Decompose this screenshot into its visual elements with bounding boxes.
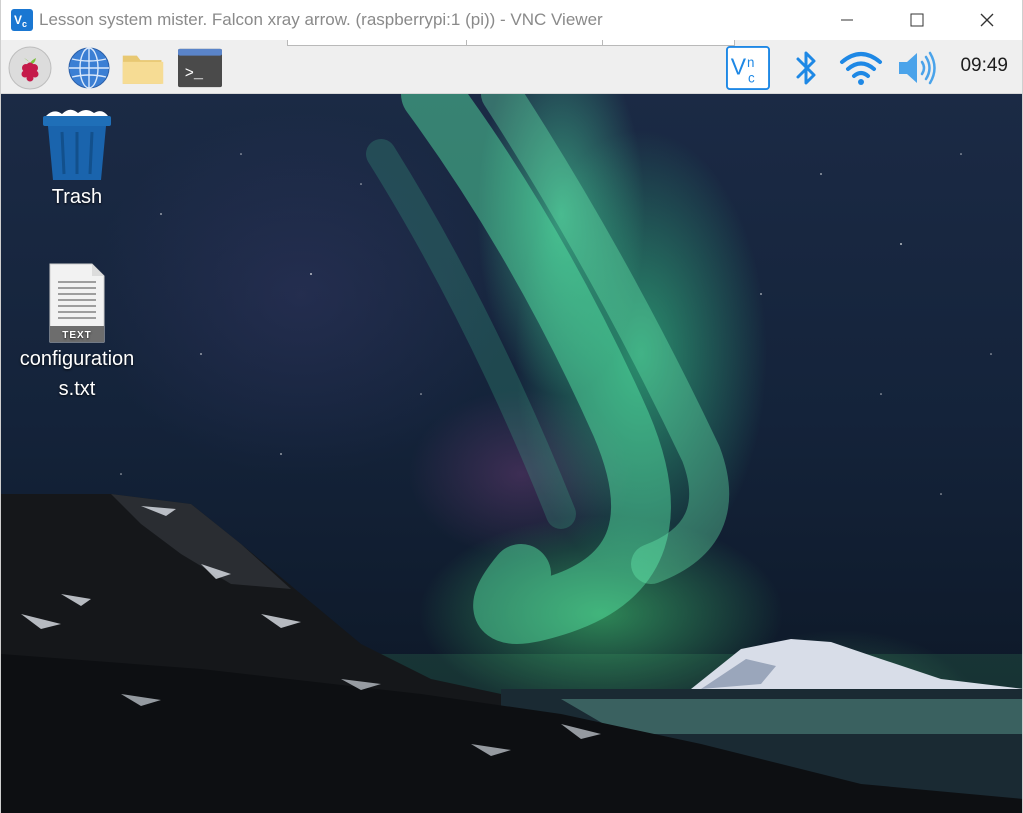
bluetooth-icon xyxy=(796,51,816,85)
configurations-label-line1: configuration xyxy=(19,348,135,370)
configurations-file-desktop-icon[interactable]: TEXT configuration s.txt xyxy=(7,262,147,404)
title-bar[interactable]: V c Lesson system mister. Falcon xray ar… xyxy=(1,0,1022,40)
svg-text:V: V xyxy=(14,13,22,27)
file-manager-button[interactable] xyxy=(121,46,165,90)
svg-text:c: c xyxy=(748,70,755,85)
wifi-tray-button[interactable] xyxy=(839,46,883,90)
taskbar: >_ V n c 09:49 xyxy=(1,40,1022,94)
volume-icon xyxy=(899,51,936,85)
raspberry-menu-button[interactable] xyxy=(8,46,52,90)
minimize-icon xyxy=(841,19,853,21)
vnc-viewer-window: V c Lesson system mister. Falcon xray ar… xyxy=(0,0,1023,813)
svg-text:c: c xyxy=(22,19,27,29)
vnc-viewer-icon: V c xyxy=(11,9,33,31)
configurations-label-line2: s.txt xyxy=(58,378,96,400)
trash-label: Trash xyxy=(51,186,103,208)
terminal-button[interactable]: >_ xyxy=(178,46,222,90)
maximize-icon xyxy=(910,13,924,27)
volume-tray-button[interactable] xyxy=(895,46,939,90)
svg-text:n: n xyxy=(747,55,754,70)
web-browser-button[interactable] xyxy=(67,46,111,90)
window-title: Lesson system mister. Falcon xray arrow.… xyxy=(39,10,603,29)
aurora-wallpaper xyxy=(1,94,1022,813)
globe-icon xyxy=(68,47,110,89)
clock[interactable]: 09:49 xyxy=(960,55,1008,77)
trash-desktop-icon[interactable]: Trash xyxy=(7,104,147,212)
minimize-button[interactable] xyxy=(812,0,882,40)
close-button[interactable] xyxy=(952,0,1022,40)
vnc-server-tray-button[interactable]: V n c xyxy=(726,46,770,90)
trash-icon xyxy=(43,109,111,180)
terminal-glyph: >_ xyxy=(185,65,204,83)
bluetooth-tray-button[interactable] xyxy=(785,46,829,90)
maximize-button[interactable] xyxy=(882,0,952,40)
close-icon xyxy=(980,13,994,27)
desktop[interactable]: Trash TEXT configuration s.txt xyxy=(1,94,1022,813)
vnc-toolbar-handle[interactable] xyxy=(287,40,735,46)
window-controls xyxy=(812,0,1022,40)
wifi-icon xyxy=(840,52,882,85)
raspberry-icon xyxy=(8,46,52,90)
folder-icon xyxy=(122,55,164,84)
vnc-icon: V n c xyxy=(726,46,770,90)
svg-text:V: V xyxy=(731,54,747,80)
text-file-icon: TEXT xyxy=(49,263,105,343)
text-file-badge: TEXT xyxy=(62,330,92,341)
terminal-icon: >_ xyxy=(178,48,222,88)
